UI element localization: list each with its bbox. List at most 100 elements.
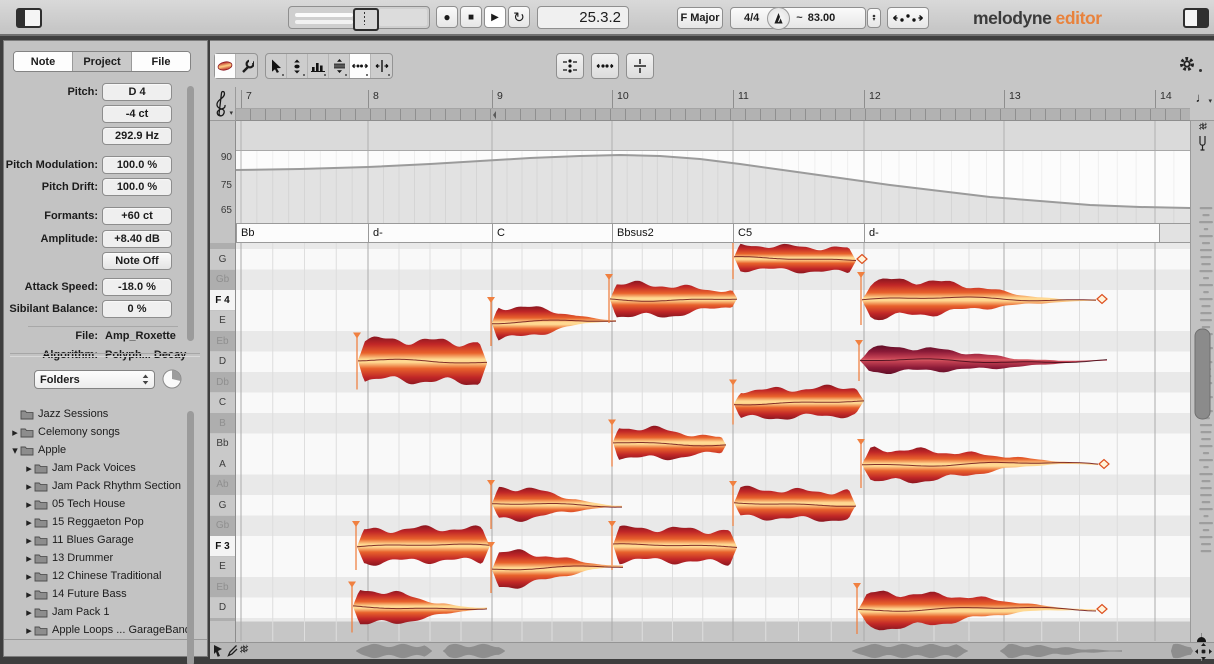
disclosure-right-icon[interactable]: ▸ — [24, 624, 34, 637]
clef-selector[interactable]: ▾ — [210, 87, 236, 121]
formant-tool[interactable] — [308, 54, 329, 78]
note-blob-G4[interactable] — [734, 244, 856, 274]
inspector-field[interactable]: 0 % — [102, 300, 172, 318]
tab-project[interactable]: Project — [73, 52, 132, 71]
folder-item[interactable]: ▸15 Reggaeton Pop — [4, 513, 200, 531]
disclosure-right-icon[interactable]: ▸ — [24, 480, 34, 493]
inspector-field[interactable]: 292.9 Hz — [102, 127, 172, 145]
time-display[interactable]: 25.3.2 — [537, 6, 629, 29]
inspector-field[interactable]: D 4 — [102, 83, 172, 101]
disclosure-down-icon[interactable]: ▾ — [10, 444, 20, 457]
pitch-ruler-cell[interactable]: F 4 — [210, 290, 235, 310]
inspector-field[interactable]: 100.0 % — [102, 178, 172, 196]
folder-item[interactable]: ▸Jam Pack Rhythm Section — [4, 477, 200, 495]
pitch-grid-icon[interactable]: ♯♯ — [1191, 121, 1214, 131]
pitch-ruler-cell[interactable]: G — [210, 495, 235, 515]
scrub-zoom-control[interactable] — [288, 6, 430, 29]
time-grid-selector[interactable]: ♩▾ — [1190, 87, 1214, 121]
chord-cell[interactable]: C — [492, 223, 612, 242]
pie-filter-icon[interactable] — [162, 369, 182, 389]
record-button[interactable]: ● — [436, 6, 458, 28]
disclosure-right-icon[interactable]: ▸ — [24, 516, 34, 529]
quantize-time-macro[interactable] — [591, 53, 619, 79]
pitch-ruler-cell[interactable]: D — [210, 598, 235, 618]
tempo-value[interactable]: 83.00 — [808, 12, 836, 24]
stop-button[interactable]: ■ — [460, 6, 482, 28]
chord-cell[interactable] — [1159, 223, 1190, 242]
chord-cell[interactable]: d- — [864, 223, 1159, 242]
folder-item[interactable]: ▸12 Chinese Traditional — [4, 567, 200, 585]
play-button[interactable]: ▶ — [484, 6, 506, 28]
beat-tick-strip[interactable] — [236, 109, 1190, 121]
pitch-ruler-cell[interactable]: Gb — [210, 270, 235, 290]
pitch-ruler-cell[interactable] — [210, 618, 235, 621]
settings-gear-button[interactable] — [1178, 55, 1196, 73]
inspector-field[interactable]: +60 ct — [102, 207, 172, 225]
disclosure-right-icon[interactable]: ▸ — [10, 426, 20, 439]
pitch-ruler-cell[interactable]: Ab — [210, 475, 235, 495]
wrench-tool[interactable] — [236, 54, 257, 78]
tab-note[interactable]: Note — [14, 52, 73, 71]
pitch-ruler-cell[interactable] — [210, 243, 235, 249]
note-off-button[interactable]: Note Off — [102, 252, 172, 270]
disclosure-right-icon[interactable]: ▸ — [24, 552, 34, 565]
loop-button[interactable]: ↻ — [508, 6, 530, 28]
pitch-ruler-cell[interactable]: D — [210, 352, 235, 372]
folder-item[interactable]: ▸13 Drummer — [4, 549, 200, 567]
browser-scrollbar[interactable] — [187, 411, 194, 664]
audio-overview-strip[interactable] — [210, 643, 1214, 659]
note-spacing-button[interactable] — [887, 7, 929, 29]
tab-file[interactable]: File — [132, 52, 190, 71]
pitch-ruler-cell[interactable]: B — [210, 413, 235, 433]
inspector-scrollbar[interactable] — [187, 86, 194, 341]
browser-filter-dropdown[interactable]: Folders — [34, 370, 155, 389]
pitch-ruler-cell[interactable]: E — [210, 311, 235, 331]
arrow-tool[interactable] — [266, 54, 287, 78]
tempo-dropdown-button[interactable] — [867, 8, 881, 28]
disclosure-right-icon[interactable]: ▸ — [24, 534, 34, 547]
folder-item[interactable]: ▸05 Tech House — [4, 495, 200, 513]
pitch-ruler-cell[interactable]: Eb — [210, 577, 235, 597]
inspector-field[interactable]: -4 ct — [102, 105, 172, 123]
timeline-ruler[interactable]: 7891011121314 — [236, 87, 1190, 109]
key-button[interactable]: F Major — [677, 7, 723, 29]
folder-item[interactable]: ▸11 Blues Garage — [4, 531, 200, 549]
pitch-tool[interactable] — [287, 54, 308, 78]
chord-cell[interactable]: Bbsus2 — [612, 223, 733, 242]
pitch-ruler-cell[interactable]: A — [210, 454, 235, 474]
folder-item[interactable]: ▸Jam Pack 1 — [4, 603, 200, 621]
toggle-right-panel-icon[interactable] — [1183, 8, 1209, 28]
main-tool-blob[interactable] — [215, 54, 236, 78]
folder-item[interactable]: ▸Jam Pack Voices — [4, 459, 200, 477]
toggle-left-panel-icon[interactable] — [16, 8, 42, 28]
chord-cell[interactable]: d- — [368, 223, 492, 242]
amplitude-tool[interactable] — [329, 54, 350, 78]
folder-item[interactable]: ▸Celemony songs — [4, 423, 200, 441]
disclosure-right-icon[interactable]: ▸ — [24, 588, 34, 601]
scale-snap-icon[interactable] — [1197, 135, 1208, 151]
pitch-ruler-cell[interactable]: E — [210, 557, 235, 577]
pitch-ruler-cell[interactable]: Db — [210, 372, 235, 392]
timegrid-tool[interactable] — [371, 54, 392, 78]
pitch-ruler-cell[interactable]: G — [210, 249, 235, 269]
disclosure-right-icon[interactable]: ▸ — [24, 498, 34, 511]
pitch-ruler-cell[interactable]: F 3 — [210, 536, 235, 556]
minimap-thumb[interactable] — [1195, 329, 1210, 419]
folder-item[interactable]: Jazz Sessions — [4, 405, 200, 423]
disclosure-right-icon[interactable]: ▸ — [24, 606, 34, 619]
inspector-field[interactable]: +8.40 dB — [102, 230, 172, 248]
disclosure-right-icon[interactable]: ▸ — [24, 570, 34, 583]
correct-pitch-macro[interactable] — [556, 53, 584, 79]
folder-item[interactable]: ▸14 Future Bass — [4, 585, 200, 603]
note-separation-macro[interactable] — [626, 53, 654, 79]
pitch-ruler-cell[interactable]: Eb — [210, 331, 235, 351]
scrub-handle[interactable] — [353, 8, 379, 31]
chord-track[interactable]: Bbd-CBbsus2C5d- — [236, 223, 1190, 243]
tempo-group[interactable]: 4/4 ~ 83.00 — [730, 7, 866, 29]
tempo-curve-lane[interactable] — [236, 151, 1190, 223]
meter-value[interactable]: 4/4 — [731, 12, 759, 24]
timing-tool[interactable] — [350, 54, 371, 78]
pitch-minimap-scrollbar[interactable] — [1193, 201, 1213, 561]
inspector-field[interactable]: 100.0 % — [102, 156, 172, 174]
pitch-ruler-cell[interactable]: Bb — [210, 434, 235, 454]
